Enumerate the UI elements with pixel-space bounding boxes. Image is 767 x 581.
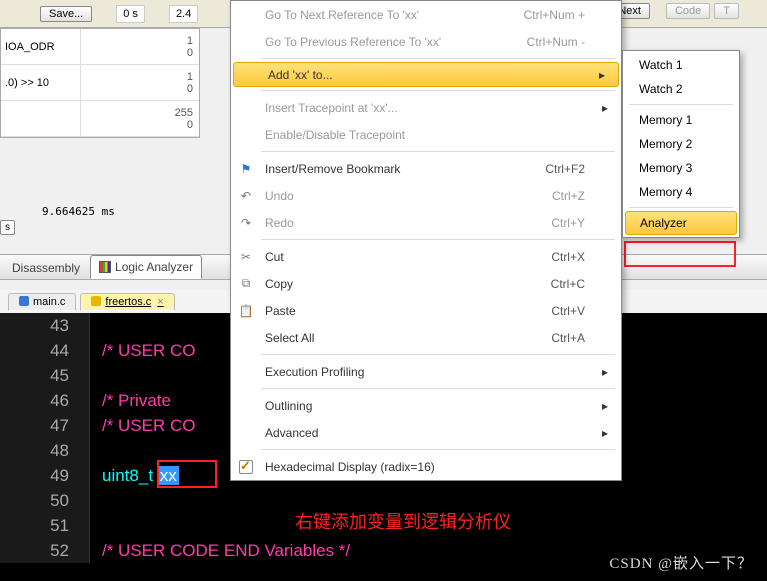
signal-label: IOA_ODR (1, 29, 81, 64)
menu-item-cut[interactable]: ✂CutCtrl+X (231, 243, 621, 270)
val-bot: 0 (187, 119, 193, 131)
submenu-item-watch1[interactable]: Watch 1 (623, 53, 739, 77)
undo-icon: ↶ (241, 189, 251, 203)
line-number: 50 (0, 488, 90, 513)
analyzer-row[interactable]: 2550 (1, 101, 199, 137)
val-top: 1 (187, 71, 193, 83)
file-tab-main[interactable]: main.c (8, 293, 76, 311)
menu-item-copy[interactable]: ⧉CopyCtrl+C (231, 270, 621, 297)
tab-label: Logic Analyzer (115, 260, 193, 274)
val-top: 255 (175, 107, 193, 119)
cursor-time: 9.664625 ms (42, 205, 115, 218)
menu-item-goto-prev[interactable]: Go To Previous Reference To 'xx'Ctrl+Num… (231, 28, 621, 55)
analyzer-row[interactable]: .0) >> 10 10 (1, 65, 199, 101)
analyzer-pane: IOA_ODR 10 .0) >> 10 10 2550 (0, 28, 200, 138)
context-menu: Go To Next Reference To 'xx'Ctrl+Num + G… (230, 0, 622, 481)
menu-item-insert-tracepoint[interactable]: Insert Tracepoint at 'xx'...▸ (231, 94, 621, 121)
menu-item-add-to[interactable]: Add 'xx' to...▸ (233, 62, 619, 87)
time-unit-badge: s (0, 220, 15, 235)
trace-button[interactable]: T (714, 3, 739, 19)
menu-item-advanced[interactable]: Advanced▸ (231, 419, 621, 446)
watermark: CSDN @嵌入一下？ (609, 552, 753, 573)
val-bot: 0 (187, 47, 193, 59)
tab-logic-analyzer[interactable]: Logic Analyzer (90, 255, 202, 279)
menu-separator (261, 449, 615, 450)
menu-separator (261, 388, 615, 389)
line-number: 46 (0, 388, 90, 413)
tab-disassembly[interactable]: Disassembly (4, 257, 88, 279)
menu-item-undo[interactable]: ↶UndoCtrl+Z (231, 182, 621, 209)
line-number: 48 (0, 438, 90, 463)
line-number: 51 (0, 513, 90, 538)
submenu-item-memory3[interactable]: Memory 3 (623, 156, 739, 180)
copy-icon: ⧉ (242, 276, 251, 291)
menu-separator (261, 239, 615, 240)
file-tab-label: freertos.c (105, 296, 151, 308)
cut-icon: ✂ (241, 250, 251, 264)
line-number: 49 (0, 463, 90, 488)
signal-label: .0) >> 10 (1, 65, 81, 100)
val-bot: 0 (187, 83, 193, 95)
line-number: 43 (0, 313, 90, 338)
menu-item-exec-profiling[interactable]: Execution Profiling▸ (231, 358, 621, 385)
submenu-item-analyzer[interactable]: Analyzer (625, 211, 737, 235)
line-number: 47 (0, 413, 90, 438)
submenu-item-watch2[interactable]: Watch 2 (623, 77, 739, 101)
analyzer-row[interactable]: IOA_ODR 10 (1, 29, 199, 65)
menu-item-goto-next[interactable]: Go To Next Reference To 'xx'Ctrl+Num + (231, 1, 621, 28)
menu-item-hex-display[interactable]: Hexadecimal Display (radix=16) (231, 453, 621, 480)
file-tab-freertos[interactable]: freertos.c × (80, 293, 174, 311)
code-button[interactable]: Code (666, 3, 710, 19)
menu-item-redo[interactable]: ↷RedoCtrl+Y (231, 209, 621, 236)
val-top: 1 (187, 35, 193, 47)
line-number: 44 (0, 338, 90, 363)
file-tab-label: main.c (33, 296, 65, 308)
c-file-icon (91, 296, 101, 306)
menu-item-bookmark[interactable]: ⚑Insert/Remove BookmarkCtrl+F2 (231, 155, 621, 182)
line-number: 45 (0, 363, 90, 388)
save-button[interactable]: Save... (40, 6, 92, 22)
logic-analyzer-icon (99, 261, 111, 273)
menu-item-toggle-tracepoint[interactable]: Enable/Disable Tracepoint (231, 121, 621, 148)
submenu-item-memory1[interactable]: Memory 1 (623, 108, 739, 132)
menu-separator (261, 90, 615, 91)
time-cursor: 2.4 (169, 5, 198, 23)
selected-variable[interactable]: xx (158, 466, 179, 485)
menu-separator (261, 151, 615, 152)
close-icon[interactable]: × (157, 296, 163, 308)
flag-icon: ⚑ (241, 162, 252, 176)
time-start: 0 s (116, 5, 145, 23)
menu-separator (629, 104, 733, 105)
menu-separator (261, 58, 615, 59)
annotation-text: 右键添加变量到逻辑分析仪 (295, 508, 511, 534)
menu-item-paste[interactable]: 📋PasteCtrl+V (231, 297, 621, 324)
line-number: 52 (0, 538, 90, 563)
submenu-item-memory4[interactable]: Memory 4 (623, 180, 739, 204)
checkmark-icon (239, 460, 253, 474)
paste-icon: 📋 (239, 304, 254, 318)
c-file-icon (19, 296, 29, 306)
signal-label (1, 101, 81, 136)
menu-separator (261, 354, 615, 355)
menu-item-select-all[interactable]: Select AllCtrl+A (231, 324, 621, 351)
menu-item-outlining[interactable]: Outlining▸ (231, 392, 621, 419)
submenu-add-to: Watch 1 Watch 2 Memory 1 Memory 2 Memory… (622, 50, 740, 238)
redo-icon: ↷ (241, 216, 251, 230)
submenu-item-memory2[interactable]: Memory 2 (623, 132, 739, 156)
menu-separator (629, 207, 733, 208)
